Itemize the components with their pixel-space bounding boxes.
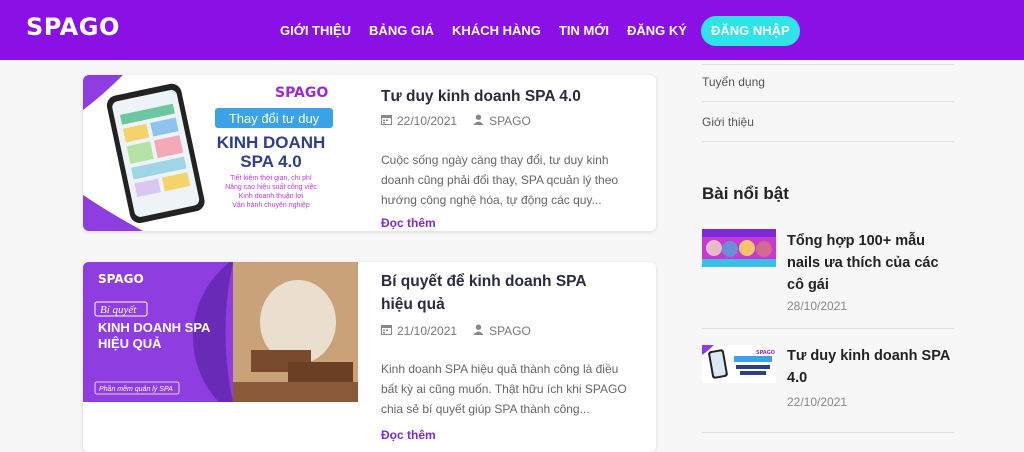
top-navbar: SPAGO GIỚI THIỆU BẢNG GIÁ KHÁCH HÀNG TIN… — [0, 0, 1024, 60]
svg-text:Bí quyết: Bí quyết — [100, 304, 137, 316]
featured-title[interactable]: Tổng hợp 100+ mẫu nails ưa thích của các… — [787, 230, 957, 296]
sidebar-divider — [702, 101, 954, 102]
svg-text:Thay đổi tư duy: Thay đổi tư duy — [229, 111, 320, 126]
svg-text:Tiết kiệm thời gian, chi phí: Tiết kiệm thời gian, chi phí — [230, 173, 312, 182]
featured-thumbnail[interactable]: SPAGO — [702, 345, 776, 383]
spago-logo[interactable]: SPAGO — [26, 13, 120, 41]
featured-date: 28/10/2021 — [787, 299, 848, 313]
svg-text:KINH DOANH: KINH DOANH — [217, 133, 326, 152]
read-more-link[interactable]: Đọc thêm — [381, 428, 436, 442]
post-author-name[interactable]: SPAGO — [489, 114, 531, 128]
nav-item-tin-moi[interactable]: TIN MỚI — [559, 17, 609, 45]
post-meta: 21/10/2021 SPAGO — [381, 324, 531, 338]
svg-text:Phần mềm quản lý SPA: Phần mềm quản lý SPA — [99, 384, 173, 393]
user-icon — [473, 324, 484, 338]
post-date: 22/10/2021 — [397, 114, 458, 128]
sidebar-divider — [702, 328, 954, 329]
sidebar-divider — [702, 141, 954, 142]
svg-text:KINH DOANH SPA: KINH DOANH SPA — [98, 320, 211, 335]
post-title[interactable]: Tư duy kinh doanh SPA 4.0 — [381, 85, 621, 108]
post-excerpt: Kinh doanh SPA hiệu quả thành công là đi… — [381, 362, 627, 416]
post-title[interactable]: Bí quyết để kinh doanh SPA hiệu quả — [381, 270, 621, 316]
post-thumbnail[interactable]: SPAGO Thay đổi tư duy KINH DOANH SPA 4.0… — [83, 75, 358, 231]
spa-hieu-qua-thumbnail-art: SPAGO Bí quyết KINH DOANH SPA HIỆU QUẢ P… — [83, 262, 383, 432]
post-excerpt: Cuộc sống ngày càng thay đổi, tư duy kin… — [381, 153, 619, 207]
svg-text:HIỆU QUẢ: HIỆU QUẢ — [98, 336, 162, 351]
main-nav: GIỚI THIỆU BẢNG GIÁ KHÁCH HÀNG TIN MỚI Đ… — [280, 16, 800, 46]
post-date: 21/10/2021 — [397, 324, 458, 338]
post-meta: 22/10/2021 SPAGO — [381, 114, 531, 128]
sidebar-divider — [702, 432, 954, 433]
nav-item-khach-hang[interactable]: KHÁCH HÀNG — [452, 17, 541, 45]
spa-40-mini-thumbnail-art: SPAGO — [702, 345, 776, 383]
nails-thumbnail-art — [702, 229, 776, 267]
featured-date: 22/10/2021 — [787, 395, 848, 409]
login-button[interactable]: ĐĂNG NHẬP — [700, 16, 800, 46]
featured-title[interactable]: Tư duy kinh doanh SPA 4.0 — [787, 345, 957, 389]
spa-40-thumbnail-art: SPAGO Thay đổi tư duy KINH DOANH SPA 4.0… — [83, 75, 333, 231]
user-icon — [473, 114, 484, 128]
read-more-link[interactable]: Đọc thêm — [381, 216, 436, 230]
svg-text:Kinh doanh thuận lợi: Kinh doanh thuận lợi — [239, 193, 304, 200]
nav-item-dang-ky[interactable]: ĐĂNG KÝ — [627, 17, 687, 45]
sidebar-link-tuyen-dung[interactable]: Tuyển dụng — [702, 75, 765, 89]
post-thumbnail[interactable]: SPAGO Bí quyết KINH DOANH SPA HIỆU QUẢ P… — [83, 262, 383, 432]
svg-text:SPA 4.0: SPA 4.0 — [240, 152, 301, 171]
featured-heading: Bài nổi bật — [702, 184, 789, 203]
post-author: SPAGO — [473, 324, 531, 338]
nav-item-gioi-thieu[interactable]: GIỚI THIỆU — [280, 17, 351, 45]
svg-text:SPAGO: SPAGO — [756, 350, 775, 356]
svg-text:Vận hành chuyên nghiệp: Vận hành chuyên nghiệp — [232, 202, 310, 209]
post-card: SPAGO Thay đổi tư duy KINH DOANH SPA 4.0… — [83, 75, 656, 231]
calendar-icon — [381, 324, 392, 338]
nav-item-bang-gia[interactable]: BẢNG GIÁ — [369, 17, 434, 45]
sidebar-divider — [702, 64, 954, 65]
post-card: SPAGO Bí quyết KINH DOANH SPA HIỆU QUẢ P… — [83, 262, 656, 452]
post-author-name[interactable]: SPAGO — [489, 324, 531, 338]
sidebar-link-gioi-thieu[interactable]: Giới thiệu — [702, 115, 754, 129]
calendar-icon — [381, 114, 392, 128]
post-author: SPAGO — [473, 114, 531, 128]
svg-text:Nâng cao hiệu suất công việc: Nâng cao hiệu suất công việc — [225, 182, 317, 191]
svg-text:SPAGO: SPAGO — [275, 85, 328, 101]
svg-text:SPAGO: SPAGO — [98, 272, 144, 286]
featured-thumbnail[interactable] — [702, 229, 776, 267]
